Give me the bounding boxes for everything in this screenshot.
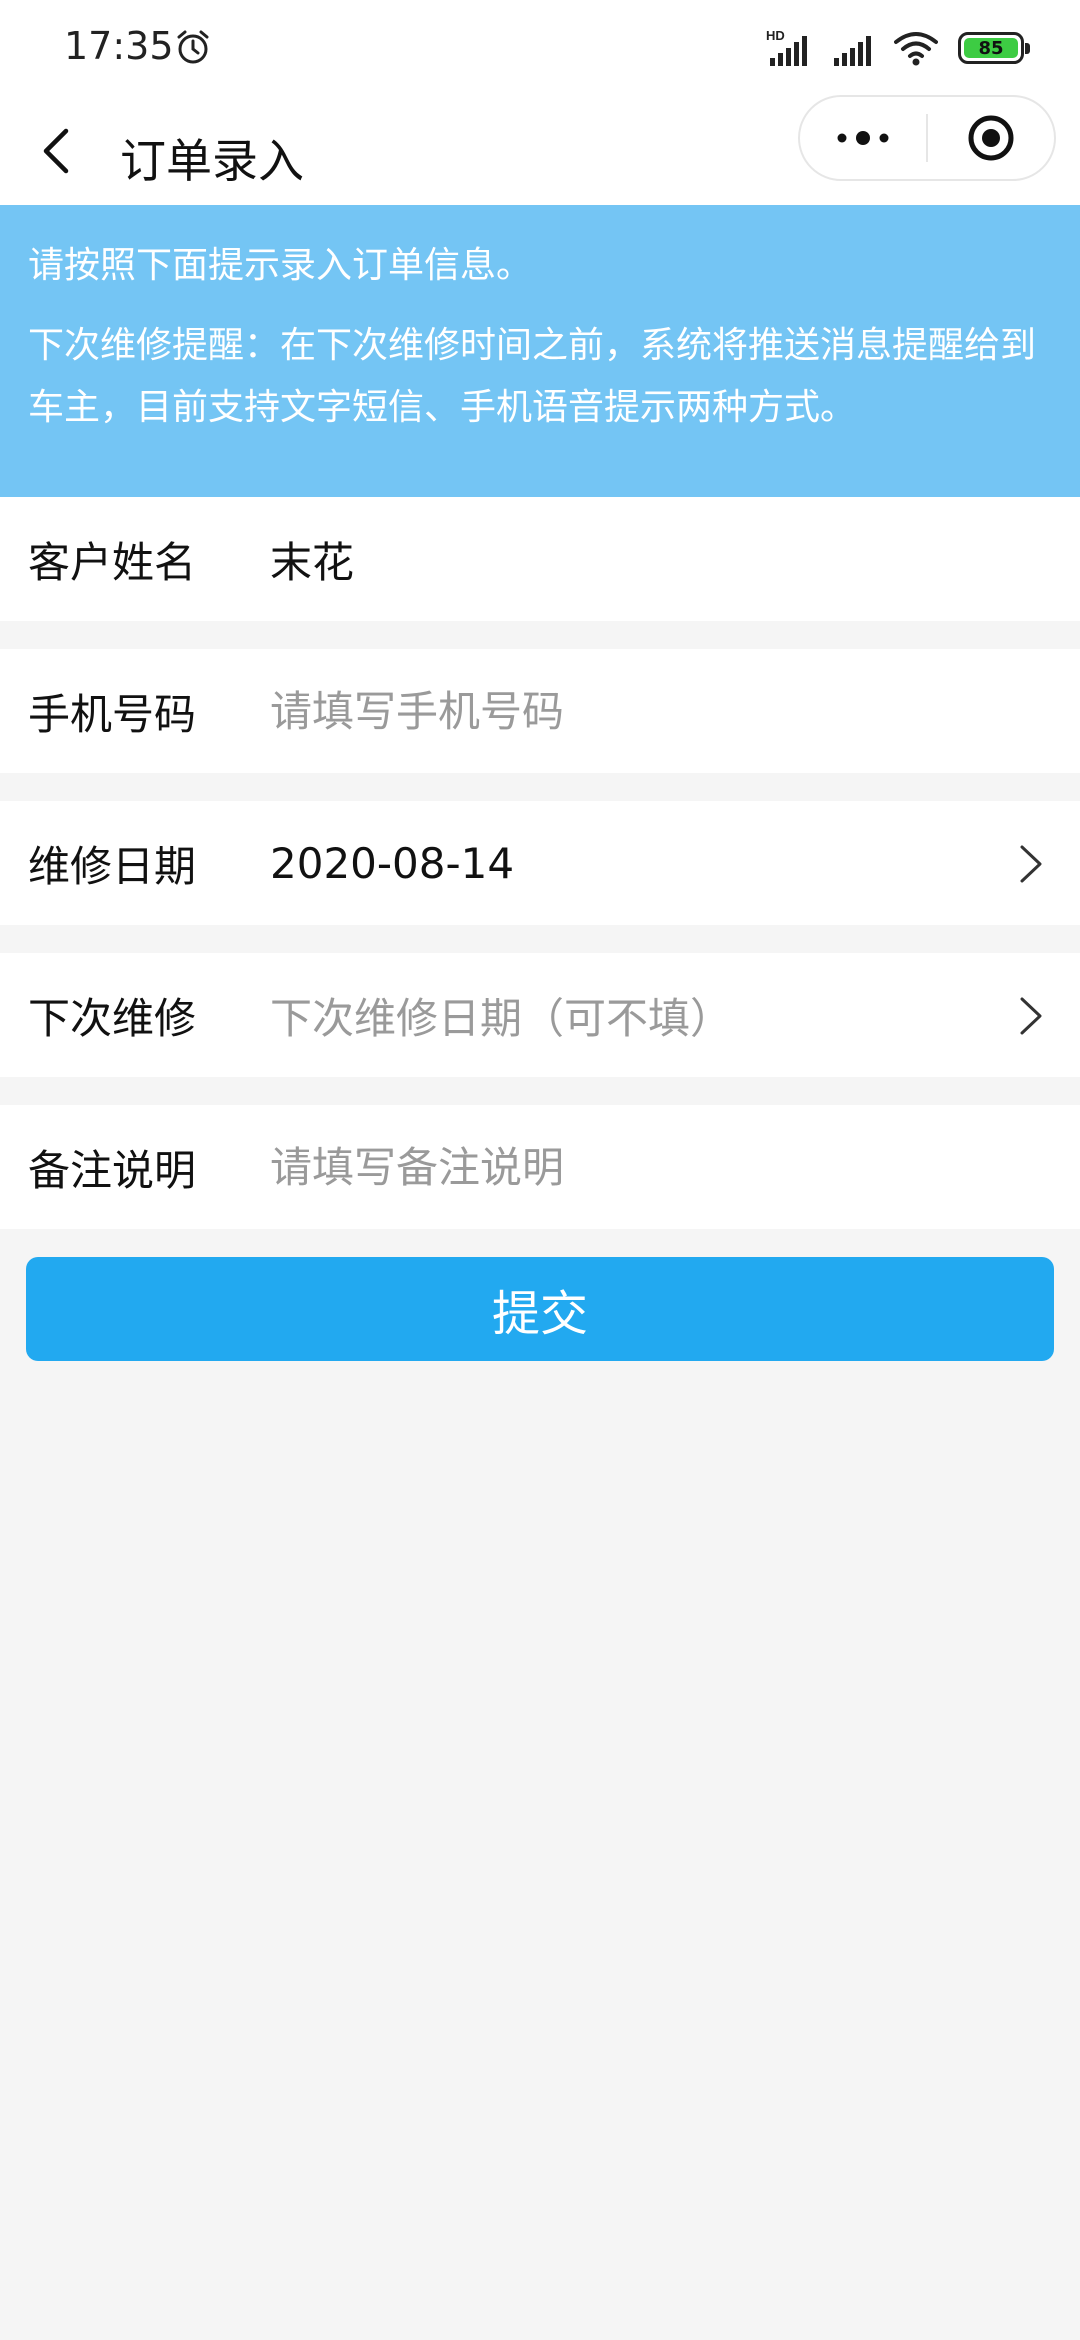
submit-wrap: 提交 xyxy=(0,1229,1080,1389)
next-repair-row[interactable]: 下次维修 下次维修日期（可不填） xyxy=(0,953,1080,1077)
status-bar: 17:35 HD 85 xyxy=(0,0,1080,95)
divider-gap xyxy=(0,621,1080,649)
target-circle-icon xyxy=(968,115,1014,161)
divider-gap xyxy=(0,925,1080,953)
remark-input[interactable] xyxy=(270,1142,1052,1192)
phone-label: 手机号码 xyxy=(28,689,197,739)
repair-date-row[interactable]: 维修日期 2020-08-14 xyxy=(0,801,1080,925)
submit-button[interactable]: 提交 xyxy=(26,1257,1054,1361)
hd-label: HD xyxy=(766,28,785,43)
repair-date-value: 2020-08-14 xyxy=(270,838,515,888)
customer-name-label: 客户姓名 xyxy=(28,537,197,587)
mini-program-capsule xyxy=(798,95,1056,181)
more-button[interactable] xyxy=(800,97,926,179)
alarm-clock-icon xyxy=(177,30,209,64)
battery-icon: 85 xyxy=(958,32,1030,64)
page-title: 订单录入 xyxy=(120,134,304,188)
phone-input[interactable] xyxy=(270,686,1052,736)
repair-date-label: 维修日期 xyxy=(28,841,197,891)
notice-line-1: 请按照下面提示录入订单信息。 xyxy=(28,245,533,286)
chevron-right-icon xyxy=(1020,845,1042,883)
divider-gap xyxy=(0,773,1080,801)
next-repair-label: 下次维修 xyxy=(28,993,197,1043)
hd-signal-icon: HD xyxy=(766,28,807,66)
remark-row: 备注说明 xyxy=(0,1105,1080,1229)
chevron-right-icon xyxy=(1020,997,1042,1035)
nav-bar: 订单录入 xyxy=(0,95,1080,205)
next-repair-placeholder: 下次维修日期（可不填） xyxy=(270,993,733,1043)
notice-banner: 请按照下面提示录入订单信息。 下次维修提醒：在下次维修时间之前，系统将推送消息提… xyxy=(0,205,1080,497)
divider-gap xyxy=(0,1077,1080,1105)
wifi-icon xyxy=(894,32,938,66)
battery-level: 85 xyxy=(964,38,1018,59)
notice-line-2: 下次维修提醒：在下次维修时间之前，系统将推送消息提醒给到车主，目前支持文字短信、… xyxy=(28,325,1037,428)
signal-icon xyxy=(834,36,871,66)
more-dots-icon xyxy=(837,131,889,145)
page: 17:35 HD 85 订单录入 请按照下面提示录入订单信息。 下次维修提醒：在… xyxy=(0,0,1080,2340)
phone-row: 手机号码 xyxy=(0,649,1080,773)
remark-label: 备注说明 xyxy=(28,1145,197,1195)
status-icons: HD 85 xyxy=(766,28,1030,68)
close-mini-program-button[interactable] xyxy=(928,97,1054,179)
customer-name-row[interactable]: 客户姓名 末花 xyxy=(0,497,1080,621)
customer-name-value: 末花 xyxy=(270,537,355,587)
back-arrow-icon[interactable] xyxy=(36,125,80,177)
status-time: 17:35 xyxy=(64,24,174,68)
